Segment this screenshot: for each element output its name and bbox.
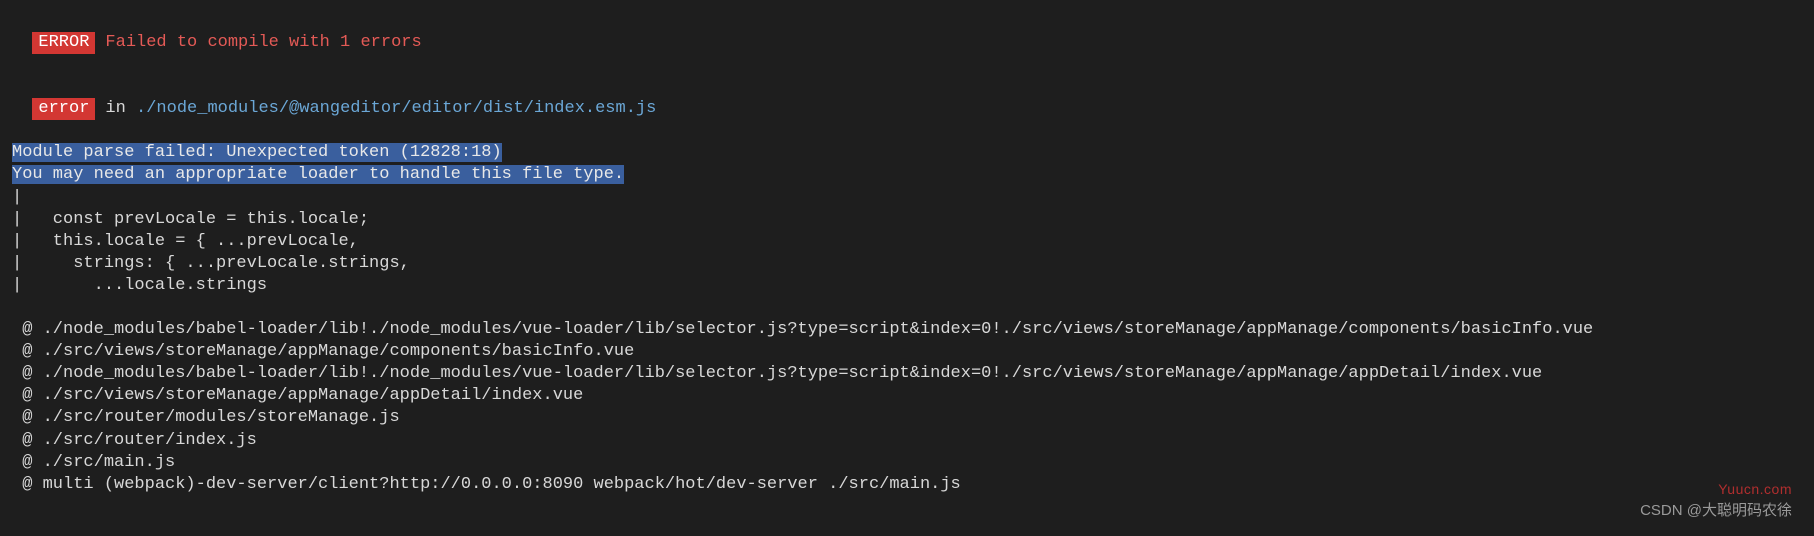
in-text: in bbox=[105, 99, 136, 118]
code-context-line: | const prevLocale = this.locale; bbox=[12, 209, 1802, 231]
blank-line bbox=[12, 120, 1802, 142]
error-badge-small: error bbox=[32, 98, 95, 120]
code-context-line: | strings: { ...prevLocale.strings, bbox=[12, 253, 1802, 275]
site-watermark: Yuucn.com bbox=[1718, 480, 1792, 498]
stack-trace-line: @ ./src/router/index.js bbox=[12, 430, 1802, 452]
blank-line bbox=[12, 54, 1802, 76]
selected-text[interactable]: Module parse failed: Unexpected token (1… bbox=[12, 143, 502, 162]
compile-error-message: Failed to compile with 1 errors bbox=[105, 33, 421, 52]
compile-error-header: ERROR Failed to compile with 1 errors bbox=[12, 10, 1802, 54]
stack-trace-line: @ ./src/router/modules/storeManage.js bbox=[12, 407, 1802, 429]
module-parse-error-line2: You may need an appropriate loader to ha… bbox=[12, 164, 1802, 186]
author-watermark: CSDN @大聪明码农徐 bbox=[1640, 501, 1792, 521]
code-context-line: | ...locale.strings bbox=[12, 275, 1802, 297]
code-context-line: | this.locale = { ...prevLocale, bbox=[12, 231, 1802, 253]
error-badge-large: ERROR bbox=[32, 32, 95, 54]
module-parse-error-line1: Module parse failed: Unexpected token (1… bbox=[12, 142, 1802, 164]
stack-trace-line: @ ./src/views/storeManage/appManage/appD… bbox=[12, 385, 1802, 407]
stack-trace-line: @ ./src/views/storeManage/appManage/comp… bbox=[12, 341, 1802, 363]
error-location-line: errorin ./node_modules/@wangeditor/edito… bbox=[12, 76, 1802, 120]
code-context-line: | bbox=[12, 187, 1802, 209]
error-file-path: ./node_modules/@wangeditor/editor/dist/i… bbox=[136, 99, 656, 118]
stack-trace-line: @ multi (webpack)-dev-server/client?http… bbox=[12, 474, 1802, 496]
stack-trace-line: @ ./node_modules/babel-loader/lib!./node… bbox=[12, 363, 1802, 385]
blank-line bbox=[12, 297, 1802, 319]
stack-trace-line: @ ./src/main.js bbox=[12, 452, 1802, 474]
stack-trace-line: @ ./node_modules/babel-loader/lib!./node… bbox=[12, 319, 1802, 341]
selected-text[interactable]: You may need an appropriate loader to ha… bbox=[12, 165, 624, 184]
